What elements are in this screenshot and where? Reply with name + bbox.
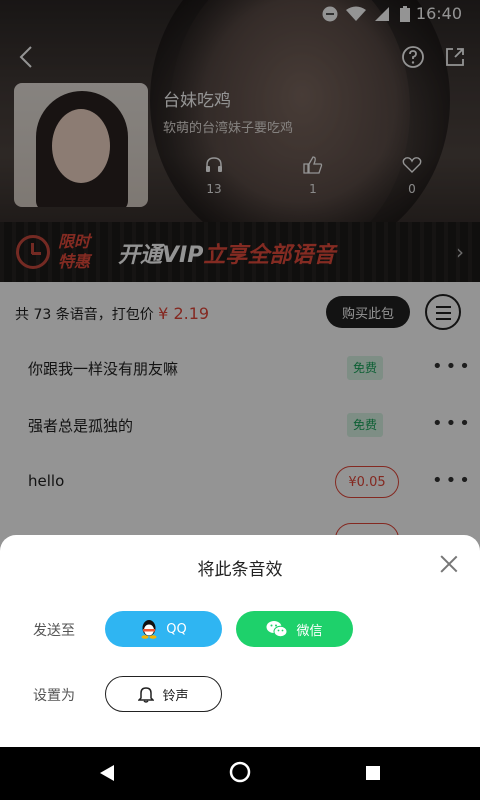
qq-icon [140, 619, 158, 639]
bell-icon [138, 685, 155, 703]
home-circle-icon[interactable] [229, 761, 251, 783]
set-as-label: 设置为 [33, 688, 75, 704]
wechat-icon [266, 620, 288, 638]
system-nav-bar [0, 747, 480, 800]
set-ringtone-button[interactable]: 铃声 [105, 676, 222, 712]
recents-square-icon[interactable] [366, 766, 380, 780]
send-qq-button[interactable]: QQ [105, 611, 222, 647]
back-triangle-icon[interactable] [98, 763, 116, 783]
share-sheet: 将此条音效 发送至 QQ 微信 设置为 铃声 [0, 535, 480, 747]
send-wechat-button[interactable]: 微信 [236, 611, 353, 647]
sheet-title: 将此条音效 [197, 560, 283, 580]
close-icon[interactable] [440, 555, 458, 573]
send-to-label: 发送至 [33, 623, 75, 639]
